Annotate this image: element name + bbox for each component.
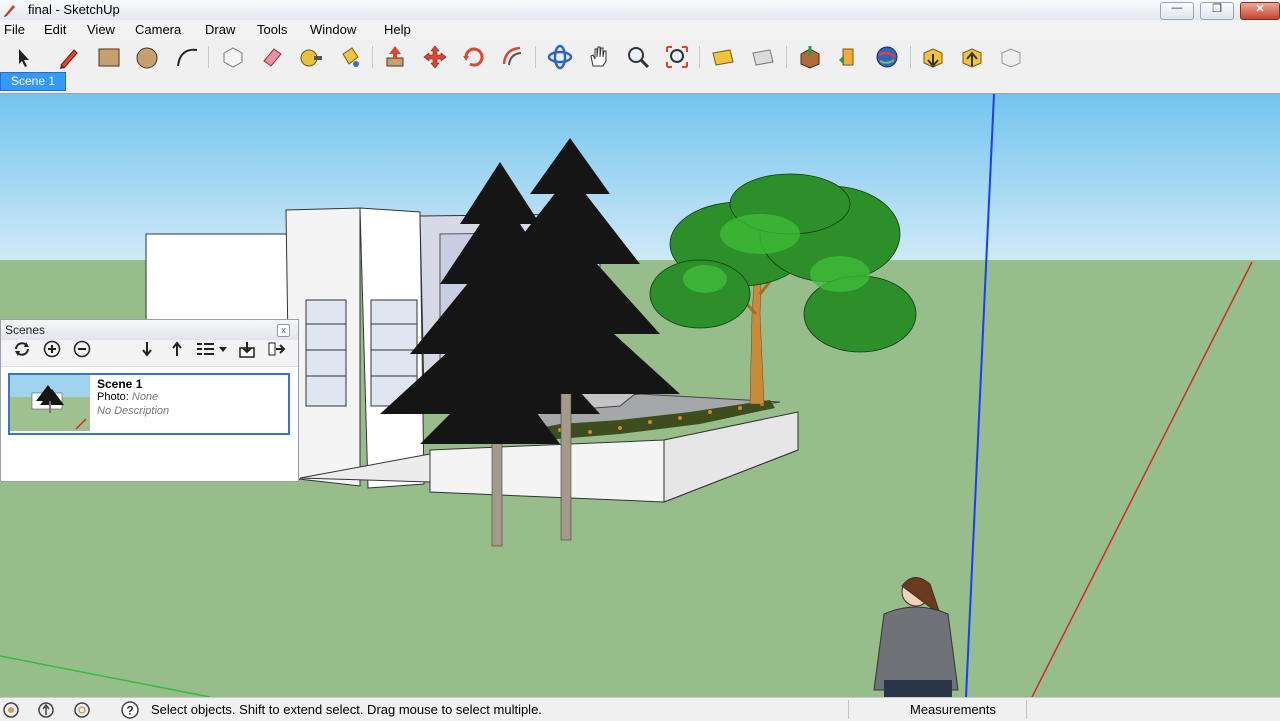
toolbar-separator	[208, 46, 209, 68]
help-icon[interactable]: ?	[119, 701, 141, 719]
toggle-terrain-icon[interactable]	[750, 44, 776, 70]
scene-thumbnail	[10, 375, 90, 431]
zoom-tool-icon[interactable]	[625, 44, 651, 70]
status-bar: ? Select objects. Shift to extend select…	[0, 697, 1280, 721]
window-title: final - SketchUp	[28, 2, 120, 17]
menu-file[interactable]: File	[4, 22, 25, 37]
orbit-tool-icon[interactable]	[547, 44, 573, 70]
measurements-label: Measurements	[910, 702, 996, 717]
share-component-icon[interactable]	[959, 44, 985, 70]
minimize-icon: —	[1171, 2, 1183, 14]
rotate-tool-icon[interactable]	[461, 44, 487, 70]
scenes-panel: Scenes x Scene 1 Photo: None No Descript…	[0, 319, 299, 482]
preview-in-google-earth-icon[interactable]	[998, 44, 1024, 70]
select-tool-icon[interactable]	[10, 44, 36, 70]
get-components-icon[interactable]	[920, 44, 946, 70]
scene-tab-bar: Scene 1	[0, 72, 1280, 94]
move-scene-down-icon[interactable]	[137, 340, 157, 358]
sign-in-status-icon[interactable]	[73, 701, 91, 719]
view-options-icon[interactable]	[194, 340, 230, 358]
sketchup-logo-icon	[4, 5, 15, 17]
toolbar-separator	[372, 46, 373, 68]
toolbar-separator	[699, 46, 700, 68]
menu-bar: File Edit View Camera Draw Tools Window …	[0, 20, 1280, 40]
move-tool-icon[interactable]	[422, 44, 448, 70]
menu-draw[interactable]: Draw	[205, 22, 235, 37]
minimize-button[interactable]: —	[1160, 2, 1194, 20]
scenes-toolbar	[1, 340, 298, 367]
scene-photo-line: Photo: None	[97, 391, 158, 403]
scene-photo-value: None	[131, 391, 159, 403]
scene-name: Scene 1	[97, 377, 143, 391]
scene-photo-label: Photo:	[97, 391, 129, 403]
add-scene-icon[interactable]	[42, 340, 62, 358]
close-icon: ✕	[1255, 3, 1265, 15]
eraser-tool-icon[interactable]	[259, 44, 285, 70]
status-message: Select objects. Shift to extend select. …	[151, 702, 542, 717]
title-bar: final - SketchUp — ❐ ✕	[0, 0, 1280, 21]
maximize-button[interactable]: ❐	[1200, 2, 1234, 20]
close-button[interactable]: ✕	[1240, 2, 1280, 20]
tape-measure-icon[interactable]	[298, 44, 324, 70]
menu-camera[interactable]: Camera	[135, 22, 181, 37]
restore-icon: ❐	[1212, 3, 1222, 15]
menu-window[interactable]: Window	[310, 22, 356, 37]
main-toolbar	[0, 40, 1280, 72]
status-divider	[848, 700, 849, 719]
share-model-icon[interactable]	[835, 44, 861, 70]
menu-view[interactable]: View	[87, 22, 115, 37]
toolbar-separator	[535, 46, 536, 68]
make-component-icon[interactable]	[220, 44, 246, 70]
pencil-tool-icon[interactable]	[56, 44, 82, 70]
move-scene-up-icon[interactable]	[167, 340, 187, 358]
menu-edit[interactable]: Edit	[44, 22, 66, 37]
scenes-close-button[interactable]: x	[277, 324, 290, 337]
scene-description: No Description	[97, 405, 170, 417]
scenes-panel-header: Scenes x	[1, 320, 298, 341]
circle-tool-icon[interactable]	[134, 44, 160, 70]
update-scene-icon[interactable]	[12, 340, 32, 358]
svg-text:?: ?	[126, 704, 133, 718]
geo-location-status-icon[interactable]	[2, 701, 20, 719]
add-location-icon[interactable]	[710, 44, 736, 70]
scene-details-icon[interactable]	[237, 340, 257, 358]
get-models-icon[interactable]	[797, 44, 823, 70]
tab-scene-1[interactable]: Scene 1	[0, 72, 66, 91]
pan-tool-icon[interactable]	[586, 44, 612, 70]
credits-status-icon[interactable]	[37, 701, 55, 719]
toolbar-separator	[910, 46, 911, 68]
scene-list-item[interactable]: Scene 1 Photo: None No Description	[8, 373, 290, 435]
push-pull-icon[interactable]	[382, 44, 408, 70]
zoom-extents-icon[interactable]	[664, 44, 690, 70]
paint-bucket-icon[interactable]	[337, 44, 363, 70]
menu-help[interactable]: Help	[384, 22, 411, 37]
scenes-panel-title: Scenes	[5, 323, 46, 337]
rectangle-tool-icon[interactable]	[96, 44, 122, 70]
offset-tool-icon[interactable]	[500, 44, 526, 70]
model-viewport[interactable]: Scenes x Scene 1 Photo: None No Descript…	[0, 94, 1280, 697]
toolbar-separator	[786, 46, 787, 68]
menu-tools[interactable]: Tools	[257, 22, 287, 37]
show-details-icon[interactable]	[267, 340, 287, 358]
remove-scene-icon[interactable]	[72, 340, 92, 358]
arc-tool-icon[interactable]	[174, 44, 200, 70]
measurements-divider	[1026, 700, 1027, 719]
google-earth-icon[interactable]	[874, 44, 900, 70]
